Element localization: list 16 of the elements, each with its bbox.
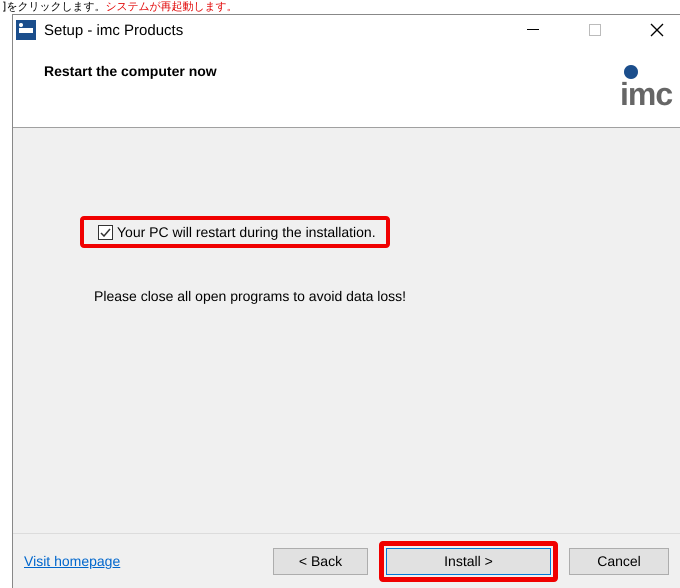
caption-warning-text: システムが再起動します。: [105, 0, 238, 13]
homepage-link[interactable]: Visit homepage: [24, 553, 266, 569]
dialog-button[interactable]: Install >: [386, 548, 551, 574]
close-icon: [650, 23, 664, 37]
checkbox-label: Your PC will restart during the installation.: [117, 224, 376, 240]
app-icon: [16, 20, 36, 40]
dialog-button[interactable]: < Back: [273, 548, 368, 574]
restart-checkbox[interactable]: [98, 224, 113, 240]
caption-text: ]をクリックします。: [2, 0, 106, 13]
company-logo: imc: [620, 65, 680, 127]
maximize-icon: [589, 24, 601, 36]
warning-message: Please close all open programs to avoid data loss!: [94, 288, 408, 304]
minimize-icon: [527, 29, 539, 31]
dialog-button[interactable]: Cancel: [569, 548, 669, 574]
page-heading: Restart the computer now: [44, 63, 217, 80]
window-title: Setup - imc Products: [44, 22, 184, 38]
